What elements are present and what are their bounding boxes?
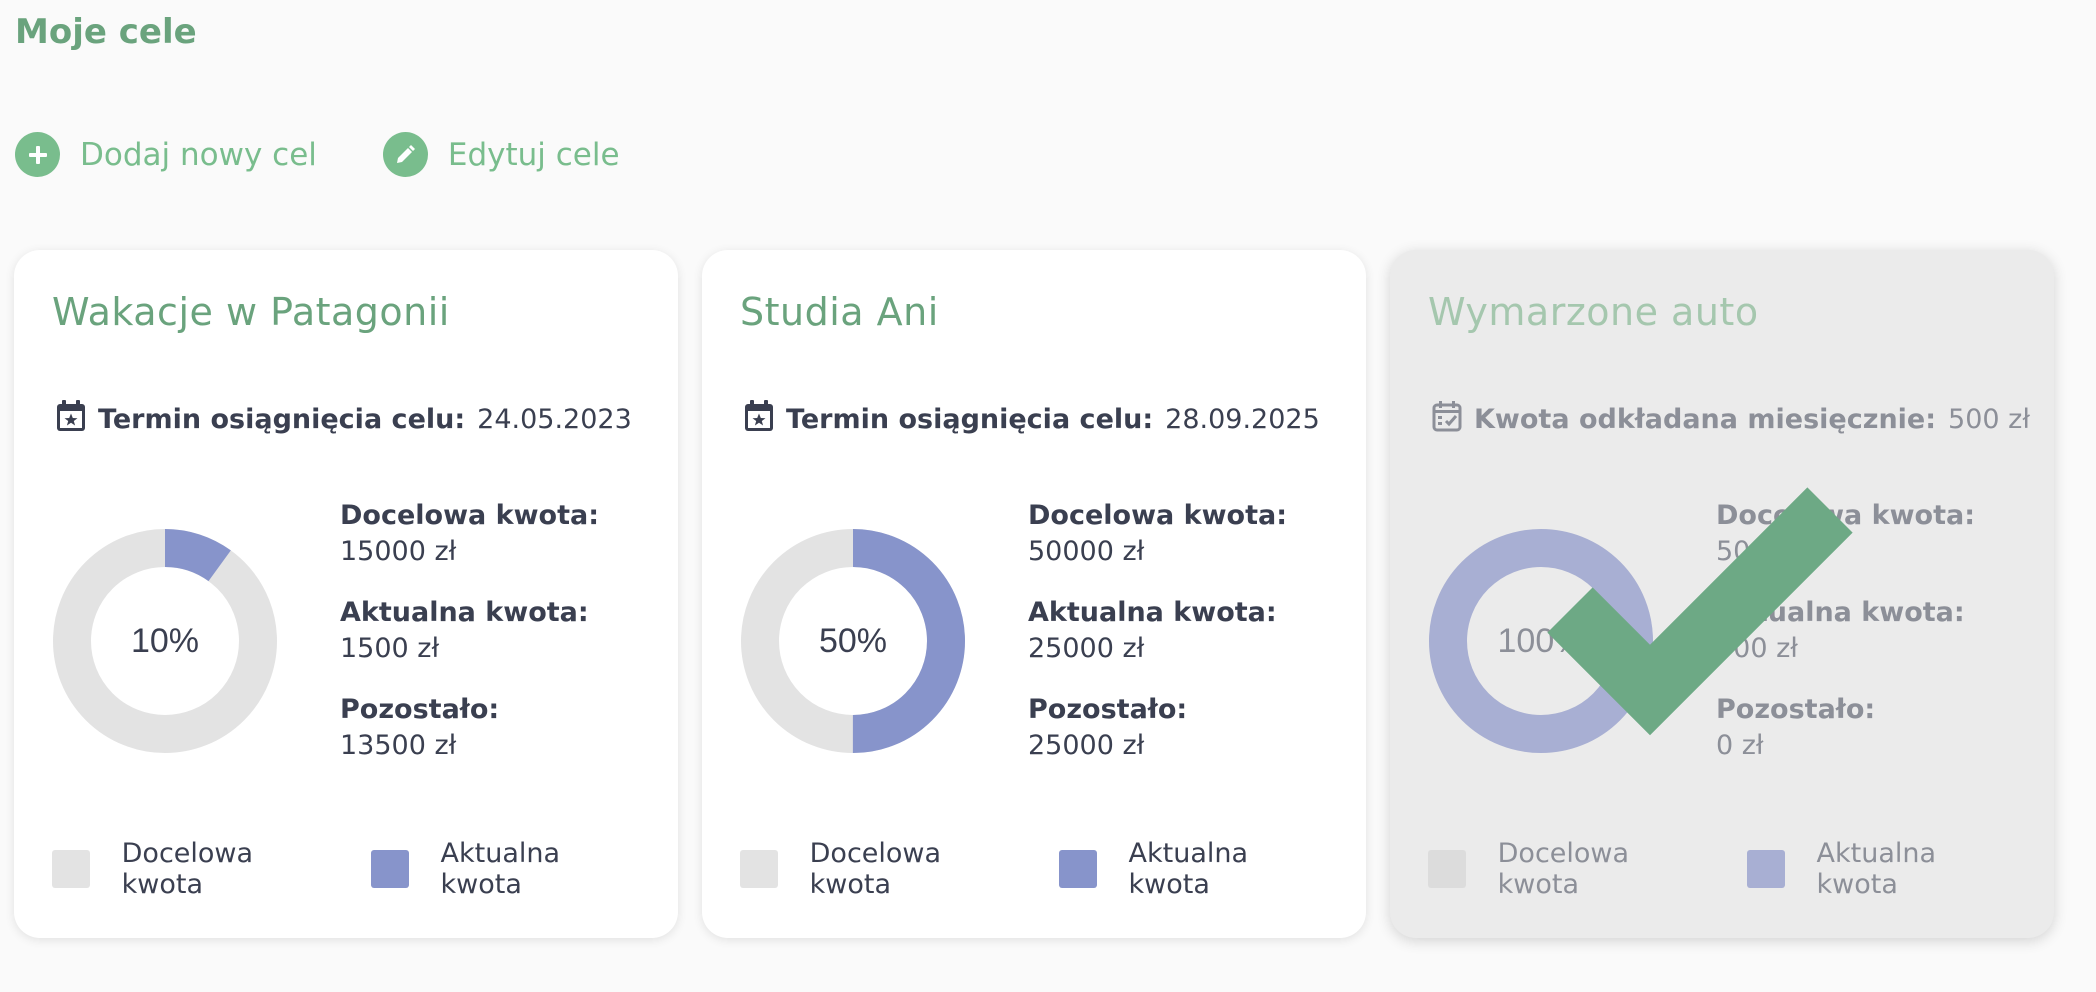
chart-legend: Docelowa kwota Aktualna kwota: [1428, 838, 2054, 900]
remaining-amount: Pozostało: 13500 zł: [340, 692, 599, 764]
calendar-star-icon: [56, 400, 86, 439]
goal-actions: Dodaj nowy cel Edytuj cele: [15, 132, 620, 177]
current-amount-label: Aktualna kwota:: [1028, 597, 1277, 628]
goal-stats: Docelowa kwota: 50000 zł Aktualna kwota:…: [1028, 498, 1287, 789]
edit-goals-label: Edytuj cele: [447, 136, 620, 173]
target-amount-label: Docelowa kwota:: [340, 500, 600, 531]
goal-card[interactable]: Studia Ani Termin osiągnięcia celu: 28.0…: [702, 250, 1366, 938]
add-goal-label: Dodaj nowy cel: [80, 136, 317, 173]
chart-legend: Docelowa kwota Aktualna kwota: [740, 838, 1366, 900]
remaining-amount-value: 25000 zł: [1028, 730, 1145, 761]
goal-deadline: Termin osiągnięcia celu: 24.05.2023: [56, 400, 632, 439]
goal-title: Wakacje w Patagonii: [52, 290, 450, 334]
goal-title: Studia Ani: [740, 290, 939, 334]
calendar-check-icon: [1432, 400, 1462, 439]
deadline-value: 24.05.2023: [477, 404, 632, 435]
goal-deadline: Termin osiągnięcia celu: 28.09.2025: [744, 400, 1320, 439]
target-amount-value: 15000 zł: [340, 536, 457, 567]
chart-legend: Docelowa kwota Aktualna kwota: [52, 838, 678, 900]
legend-swatch-target: [52, 850, 90, 888]
current-amount-value: 25000 zł: [1028, 633, 1145, 664]
donut-percent: 50%: [819, 622, 887, 660]
donut-percent: 10%: [131, 622, 199, 660]
target-amount-label: Docelowa kwota:: [1028, 500, 1288, 531]
goal-title: Wymarzone auto: [1428, 290, 1759, 334]
edit-goals-button[interactable]: Edytuj cele: [382, 132, 620, 177]
plus-icon: [15, 132, 60, 177]
current-amount-label: Aktualna kwota:: [340, 597, 589, 628]
pencil-icon: [382, 132, 428, 177]
goal-card[interactable]: Wakacje w Patagonii Termin osiągnięcia c…: [14, 250, 678, 938]
legend-label-target: Docelowa kwota: [1497, 838, 1630, 900]
remaining-amount-label: Pozostało:: [340, 694, 500, 725]
legend-swatch-current: [1746, 850, 1785, 888]
goal-card-completed[interactable]: Wymarzone auto Kwota odkładana miesięczn…: [1390, 250, 2054, 938]
progress-donut: 50%: [741, 529, 965, 753]
goal-completed-check-icon: [1547, 487, 1853, 736]
legend-label-target: Docelowa kwota: [121, 838, 254, 900]
legend-swatch-target: [1428, 850, 1466, 888]
current-amount: Aktualna kwota: 1500 zł: [340, 595, 599, 667]
legend-swatch-current: [370, 850, 409, 888]
deadline-value: 28.09.2025: [1165, 404, 1320, 435]
monthly-saving-value: 500 zł: [1948, 404, 2031, 435]
deadline-label: Termin osiągnięcia celu:: [786, 404, 1154, 435]
current-amount: Aktualna kwota: 25000 zł: [1028, 595, 1287, 667]
target-amount: Docelowa kwota: 50000 zł: [1028, 498, 1287, 570]
target-amount: Docelowa kwota: 15000 zł: [340, 498, 599, 570]
target-amount-value: 50000 zł: [1028, 536, 1145, 567]
calendar-star-icon: [744, 400, 774, 439]
monthly-saving-label: Kwota odkładana miesięcznie:: [1474, 404, 1937, 435]
legend-label-current: Aktualna kwota: [1128, 838, 1249, 900]
goal-stats: Docelowa kwota: 15000 zł Aktualna kwota:…: [340, 498, 599, 789]
legend-label-target: Docelowa kwota: [809, 838, 942, 900]
current-amount-value: 1500 zł: [340, 633, 440, 664]
remaining-amount-label: Pozostało:: [1028, 694, 1188, 725]
legend-swatch-current: [1058, 850, 1097, 888]
page-title: Moje cele: [15, 12, 197, 52]
remaining-amount: Pozostało: 25000 zł: [1028, 692, 1287, 764]
legend-label-current: Aktualna kwota: [1816, 838, 1937, 900]
remaining-amount-value: 13500 zł: [340, 730, 457, 761]
goal-monthly-saving: Kwota odkładana miesięcznie: 500 zł: [1432, 400, 2030, 439]
add-goal-button[interactable]: Dodaj nowy cel: [15, 132, 317, 177]
deadline-label: Termin osiągnięcia celu:: [98, 404, 466, 435]
legend-label-current: Aktualna kwota: [440, 838, 561, 900]
legend-swatch-target: [740, 850, 778, 888]
progress-donut: 10%: [53, 529, 277, 753]
